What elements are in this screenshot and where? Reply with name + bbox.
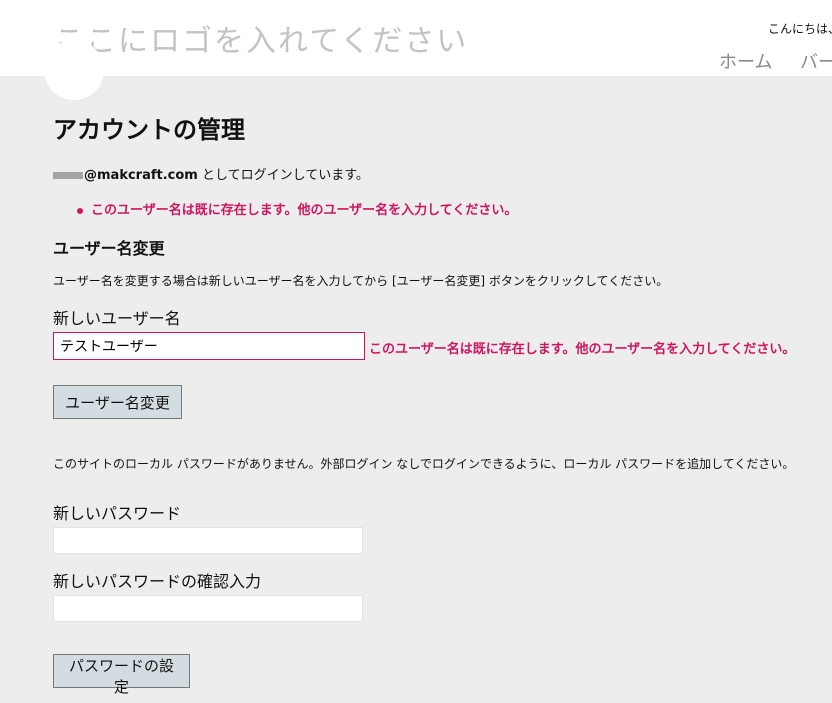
bullet-icon [77,207,83,214]
validation-summary-message: このユーザー名は既に存在します。他のユーザー名を入力してください。 [91,203,518,218]
new-username-input[interactable] [53,332,365,360]
new-password-label: 新しいパスワード [53,504,182,523]
login-email: @makcraft.com [84,168,198,183]
change-username-button[interactable]: ユーザー名変更 [53,385,182,419]
page-title: アカウントの管理 [53,116,245,144]
username-section-description: ユーザー名を変更する場合は新しいユーザー名を入力してから [ユーザー名変更] ボ… [53,274,669,288]
confirm-password-input[interactable] [53,595,363,622]
login-status-text: としてログインしています。 [197,168,369,183]
username-section-title: ユーザー名変更 [53,239,165,258]
user-greeting: こんにちは、 [768,22,832,36]
nav-home-link[interactable]: ホーム [719,48,772,74]
confirm-password-label: 新しいパスワードの確認入力 [53,572,262,591]
site-header: ここにロゴを入れてください こんにちは、 ホーム バー [0,0,832,76]
site-logo[interactable]: ここにロゴを入れてください [54,16,468,60]
local-password-description: このサイトのローカル パスワードがありません。外部ログイン なしでログインできる… [53,457,795,471]
header-decoration [44,40,104,100]
nav-item-link[interactable]: バー [800,48,832,74]
validation-summary: このユーザー名は既に存在します。他のユーザー名を入力してください。 [77,199,517,218]
set-password-button[interactable]: パスワードの設定 [53,654,190,696]
login-status: @makcraft.com としてログインしています。 [53,164,369,183]
new-password-input[interactable] [53,527,363,554]
new-username-label: 新しいユーザー名 [53,309,181,328]
username-field-error: このユーザー名は既に存在します。他のユーザー名を入力してください。 [369,342,796,357]
redacted-email-user [53,172,83,179]
